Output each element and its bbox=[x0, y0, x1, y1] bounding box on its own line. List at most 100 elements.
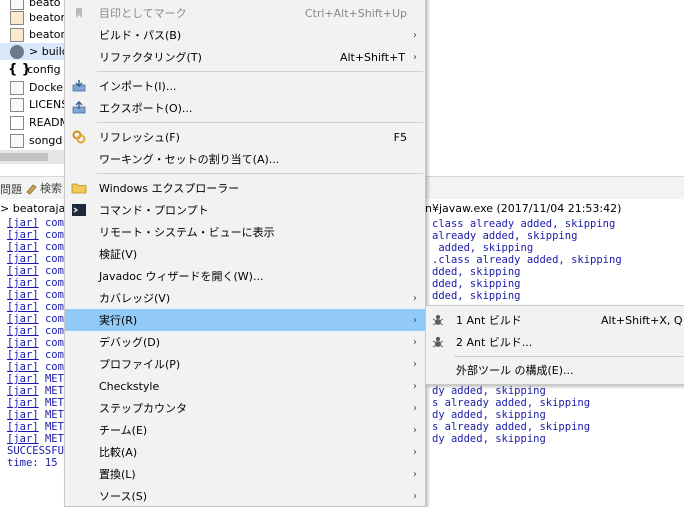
menu-item-profile[interactable]: プロファイル(P) › bbox=[65, 353, 425, 375]
submenu-arrow-icon: › bbox=[413, 490, 417, 502]
menu-item-coverage[interactable]: カバレッジ(V) › bbox=[65, 287, 425, 309]
console-line: [jar] META bbox=[7, 421, 71, 433]
file-icon bbox=[10, 80, 24, 95]
ant-icon bbox=[432, 315, 444, 326]
submenu-arrow-icon: › bbox=[413, 380, 417, 392]
import-icon bbox=[72, 80, 86, 92]
console-line: [jar] META bbox=[7, 373, 71, 385]
console-line-tail: class already added, skipping bbox=[432, 218, 616, 230]
console-line: [jar] com/ bbox=[7, 253, 71, 265]
menu-item-bookmark[interactable]: 目印としてマーク Ctrl+Alt+Shift+Up bbox=[65, 2, 425, 24]
context-menu: 目印としてマーク Ctrl+Alt+Shift+Up ビルド・パス(B) › リ… bbox=[64, 0, 426, 507]
console-time: time: 15 s bbox=[7, 457, 71, 469]
console-line: [jar] com/ bbox=[7, 301, 71, 313]
terminal-icon bbox=[72, 204, 86, 216]
menu-item-command-prompt[interactable]: コマンド・プロンプト bbox=[65, 199, 425, 221]
markdown-file-icon bbox=[10, 115, 24, 130]
scrollbar-thumb[interactable] bbox=[0, 153, 48, 161]
submenu-arrow-icon: › bbox=[413, 292, 417, 304]
menu-item-checkstyle[interactable]: Checkstyle › bbox=[65, 375, 425, 397]
console-line: [jar] com/ bbox=[7, 325, 71, 337]
console-success: SUCCESSFUL bbox=[7, 445, 71, 457]
console-line: [jar] com/ bbox=[7, 241, 71, 253]
search-icon bbox=[26, 184, 37, 195]
explorer-item[interactable]: READM bbox=[0, 114, 70, 131]
menu-item-javadoc-wizard[interactable]: Javadoc ウィザードを開く(W)... bbox=[65, 265, 425, 287]
export-icon bbox=[72, 101, 86, 114]
submenu-arrow-icon: › bbox=[413, 29, 417, 41]
console-line-tail: .class already added, skipping bbox=[432, 254, 622, 266]
explorer-horizontal-scrollbar[interactable] bbox=[0, 150, 70, 164]
menu-item-stepcounter[interactable]: ステップカウンタ › bbox=[65, 397, 425, 419]
console-line: [jar] com/ bbox=[7, 337, 71, 349]
explorer-item[interactable]: beator bbox=[0, 9, 70, 26]
submenu-item-ant-build[interactable]: 1 Ant ビルド Alt+Shift+X, Q bbox=[426, 309, 684, 331]
submenu-arrow-icon: › bbox=[413, 358, 417, 370]
ant-icon bbox=[432, 337, 444, 348]
file-icon bbox=[10, 97, 24, 112]
menu-separator bbox=[97, 71, 423, 72]
console-line: [jar] com/ bbox=[7, 361, 71, 373]
console-line: [jar] com/ bbox=[7, 265, 71, 277]
console-line-tail: added, skipping bbox=[432, 242, 534, 254]
menu-item-windows-explorer[interactable]: Windows エクスプローラー bbox=[65, 177, 425, 199]
menu-item-replace[interactable]: 置換(L) › bbox=[65, 463, 425, 485]
console-launch-name: > beatoraja bbox=[0, 202, 66, 215]
submenu-arrow-icon: › bbox=[413, 336, 417, 348]
menu-item-import[interactable]: インポート(I)... bbox=[65, 75, 425, 97]
tab-problems[interactable]: 問題 bbox=[0, 181, 22, 197]
console-line-tail: s already added, skipping bbox=[432, 421, 591, 433]
submenu-item-external-tools[interactable]: 外部ツール の構成(E)... bbox=[426, 359, 684, 381]
explorer-item-selected[interactable]: > build bbox=[0, 43, 70, 60]
file-icon bbox=[10, 133, 24, 148]
bookmark-icon bbox=[76, 8, 82, 18]
console-line: [jar] com/ bbox=[7, 217, 71, 229]
submenu-arrow-icon: › bbox=[413, 51, 417, 63]
menu-item-debug[interactable]: デバッグ(D) › bbox=[65, 331, 425, 353]
menu-item-refactor[interactable]: リファクタリング(T) Alt+Shift+T › bbox=[65, 46, 425, 68]
console-line: [jar] com/ bbox=[7, 313, 71, 325]
explorer-item[interactable]: songd bbox=[0, 132, 70, 149]
menu-item-run[interactable]: 実行(R) › bbox=[65, 309, 425, 331]
console-line-tail: dded, skipping bbox=[432, 290, 521, 302]
submenu-item-ant-build-dialog[interactable]: 2 Ant ビルド... bbox=[426, 331, 684, 353]
console-line: [jar] META bbox=[7, 433, 71, 445]
explorer-item[interactable]: { } config bbox=[0, 61, 70, 78]
folder-icon bbox=[71, 183, 87, 194]
console-line: [jar] com/ bbox=[7, 289, 71, 301]
menu-item-export[interactable]: エクスポート(O)... bbox=[65, 97, 425, 119]
menu-item-source[interactable]: ソース(S) › bbox=[65, 485, 425, 507]
submenu-arrow-icon: › bbox=[413, 446, 417, 458]
console-process-info: n¥javaw.exe (2017/11/04 21:53:42) bbox=[425, 202, 622, 215]
menu-item-team[interactable]: チーム(E) › bbox=[65, 419, 425, 441]
explorer-item[interactable]: beator bbox=[0, 26, 70, 43]
run-submenu: 1 Ant ビルド Alt+Shift+X, Q 2 Ant ビルド... 外部… bbox=[425, 305, 684, 385]
menu-separator bbox=[97, 122, 423, 123]
explorer-item[interactable]: LICENS bbox=[0, 96, 70, 113]
console-line: [jar] META bbox=[7, 385, 71, 397]
ant-file-icon bbox=[10, 10, 24, 25]
console-line-tail: dy added, skipping bbox=[432, 385, 546, 397]
submenu-separator bbox=[454, 356, 684, 357]
menu-item-remote-systems[interactable]: リモート・システム・ビューに表示 bbox=[65, 221, 425, 243]
console-line-tail: dy added, skipping bbox=[432, 433, 546, 445]
menu-item-refresh[interactable]: リフレッシュ(F) F5 bbox=[65, 126, 425, 148]
menu-item-working-set[interactable]: ワーキング・セットの割り当て(A)... bbox=[65, 148, 425, 170]
console-line: [jar] com/ bbox=[7, 277, 71, 289]
console-line-tail: s already added, skipping bbox=[432, 397, 591, 409]
menu-separator bbox=[97, 173, 423, 174]
menu-item-build-path[interactable]: ビルド・パス(B) › bbox=[65, 24, 425, 46]
console-line-tail: dy added, skipping bbox=[432, 409, 546, 421]
submenu-arrow-icon: › bbox=[413, 424, 417, 436]
menu-item-validate[interactable]: 検証(V) bbox=[65, 243, 425, 265]
braces-icon: { } bbox=[8, 61, 32, 77]
explorer-item[interactable]: Docke bbox=[0, 79, 70, 96]
menu-item-compare[interactable]: 比較(A) › bbox=[65, 441, 425, 463]
submenu-arrow-icon: › bbox=[413, 402, 417, 414]
console-line: [jar] META bbox=[7, 409, 71, 421]
ant-bug-icon bbox=[10, 44, 24, 59]
tab-search[interactable]: 検索 bbox=[24, 180, 62, 196]
console-line-tail: dded, skipping bbox=[432, 278, 521, 290]
refresh-icon bbox=[72, 130, 86, 144]
console-line: [jar] com/ bbox=[7, 349, 71, 361]
